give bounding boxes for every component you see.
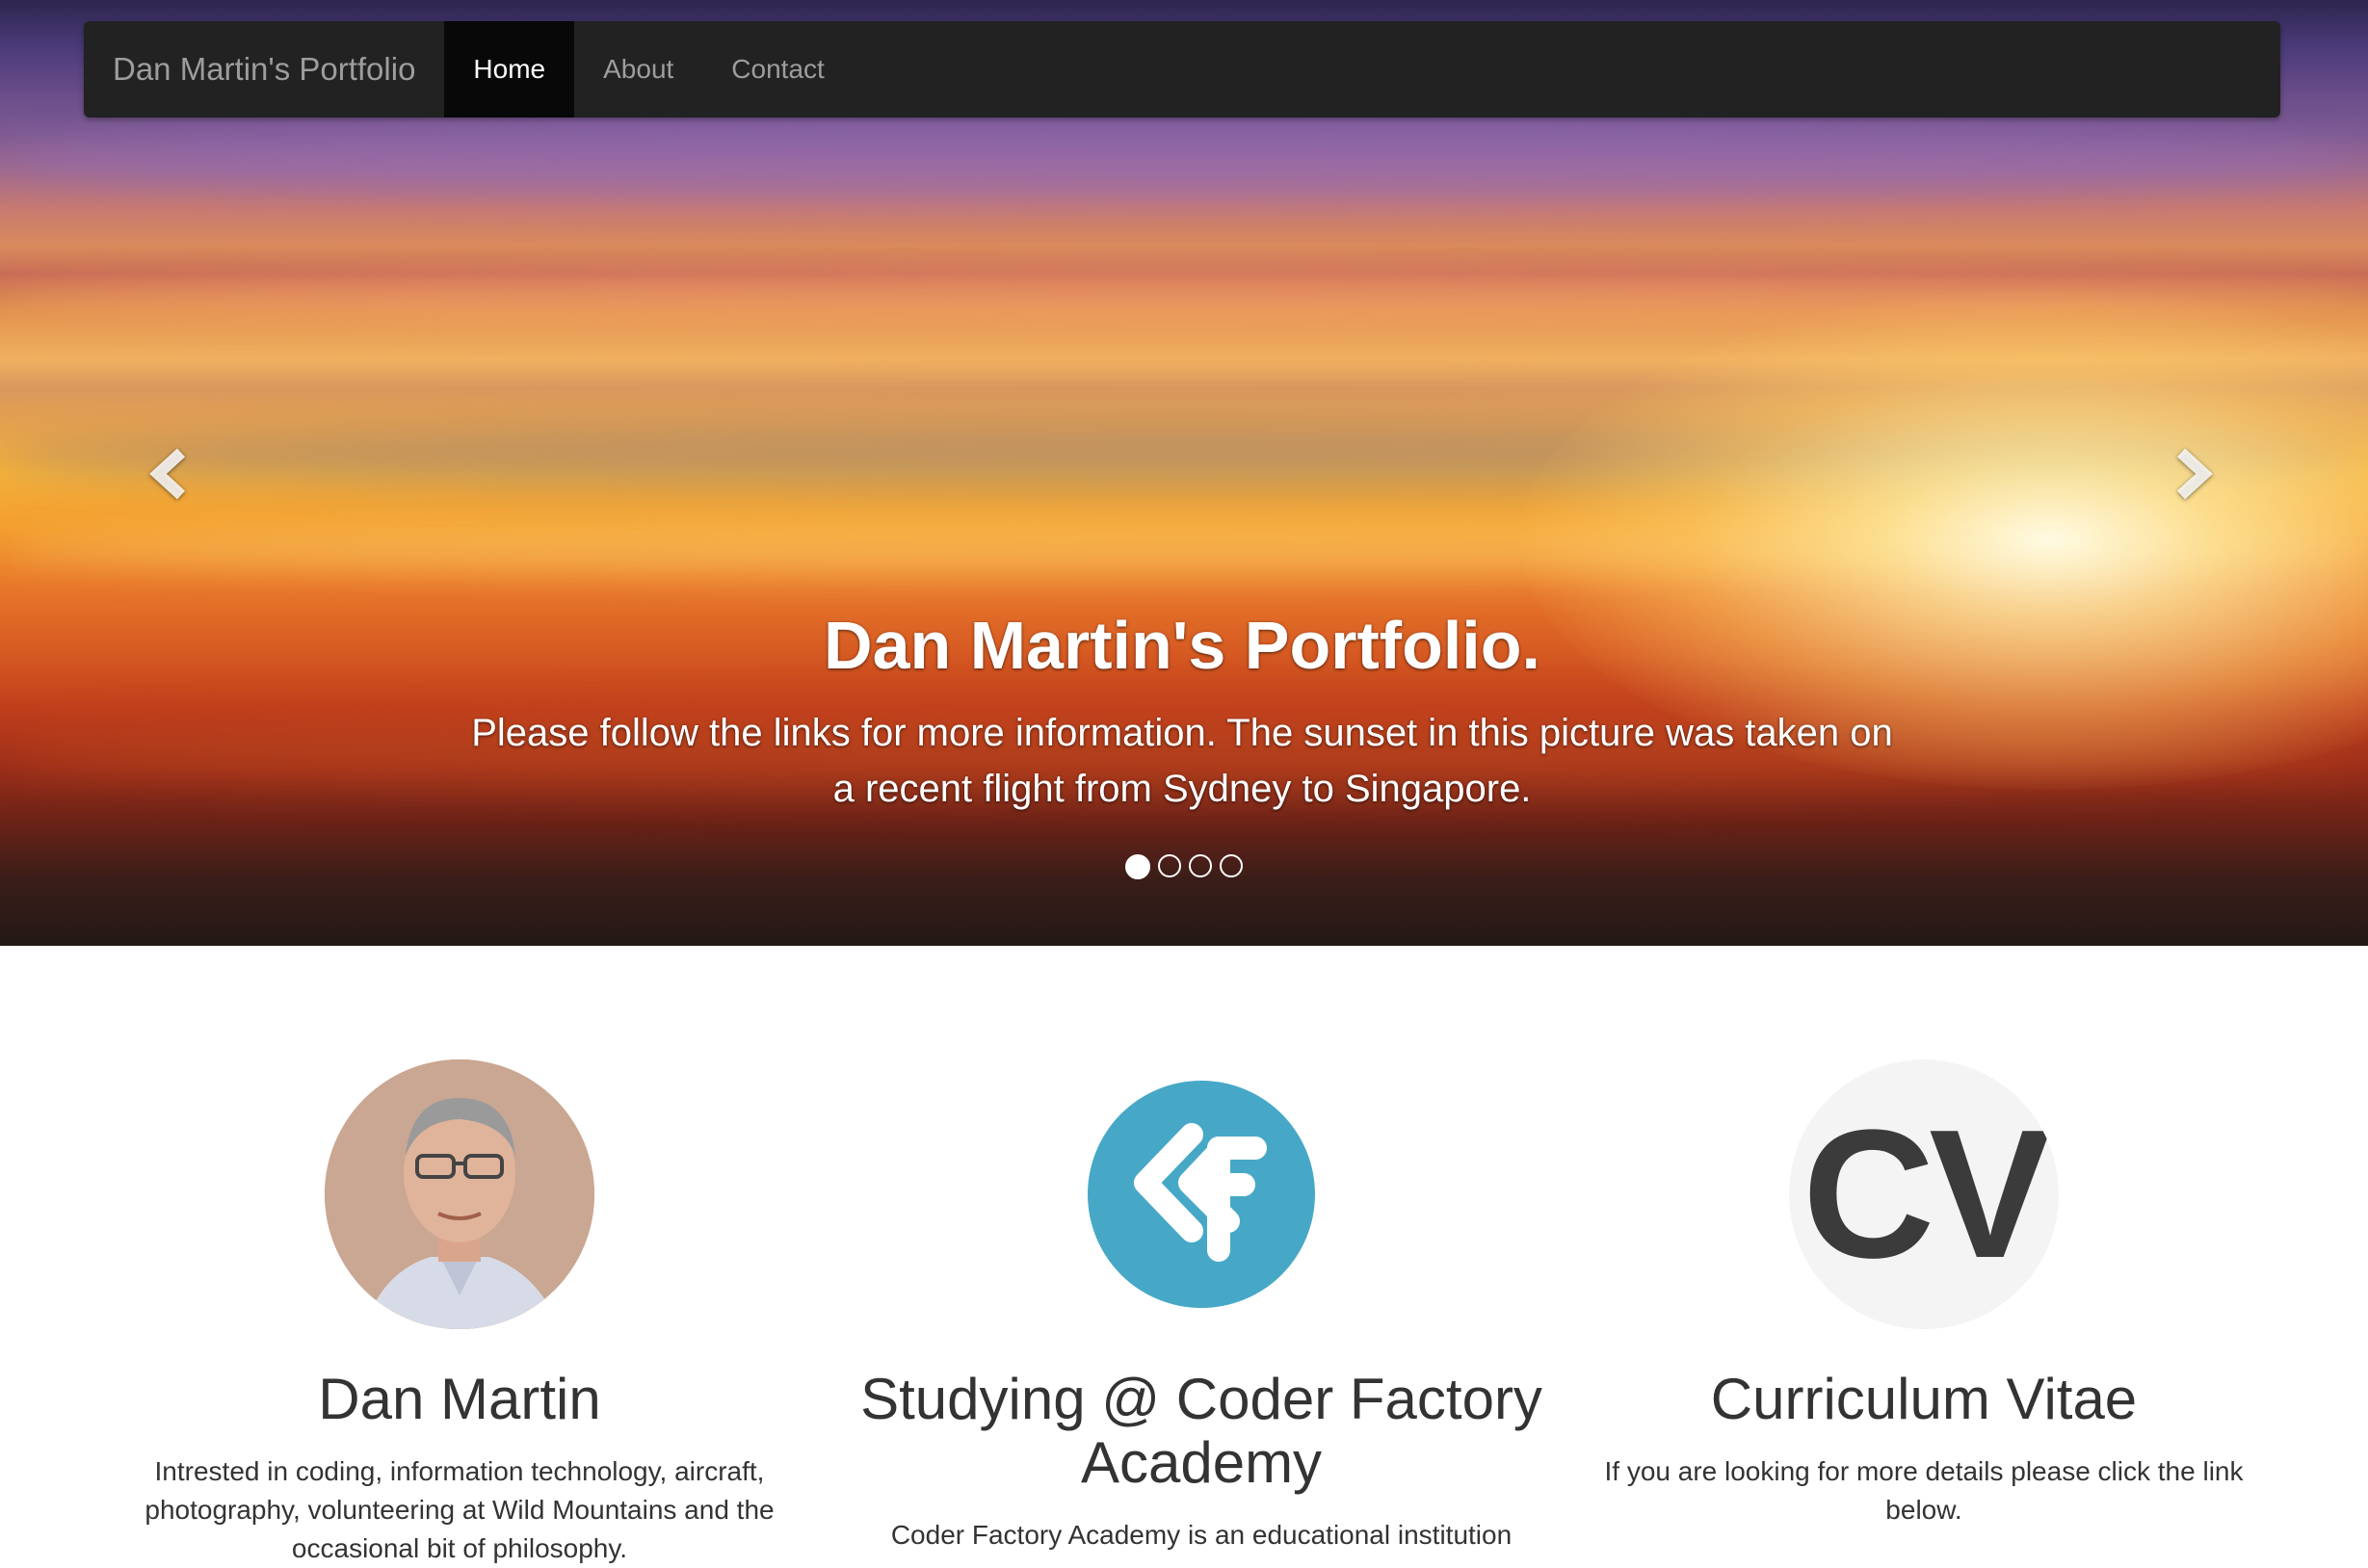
carousel-indicator-3[interactable] (1189, 854, 1212, 877)
hero-carousel: Dan Martin's Portfolio Home About Contac… (0, 0, 2368, 946)
nav-item-contact[interactable]: Contact (702, 21, 854, 118)
carousel-next-button[interactable] (2162, 445, 2220, 503)
chevron-left-icon (149, 448, 186, 500)
profile-heading: Dan Martin (318, 1367, 601, 1431)
nav-item-home[interactable]: Home (444, 21, 575, 118)
cv-heading: Curriculum Vitae (1710, 1367, 2138, 1431)
carousel-indicator-4[interactable] (1220, 854, 1243, 877)
column-profile: Dan Martin Intrested in coding, informat… (84, 1059, 835, 1568)
coder-factory-description: Coder Factory Academy is an educational … (890, 1520, 1513, 1550)
column-coder-factory: Studying @ Coder Factory Academy Coder F… (835, 1059, 1567, 1568)
marketing-columns: Dan Martin Intrested in coding, informat… (84, 1059, 2280, 1568)
navbar-brand[interactable]: Dan Martin's Portfolio (84, 21, 444, 118)
carousel-prev-button[interactable] (143, 445, 200, 503)
carousel-indicators (0, 854, 2368, 879)
column-cv: CV Curriculum Vitae If you are looking f… (1567, 1059, 2280, 1568)
carousel-indicator-1[interactable] (1125, 854, 1150, 879)
carousel-heading: Dan Martin's Portfolio. (824, 608, 1540, 683)
navbar: Dan Martin's Portfolio Home About Contac… (84, 21, 2280, 118)
coder-factory-logo (1066, 1059, 1336, 1329)
cv-logo-text: CV (1802, 1092, 2051, 1296)
cv-description: If you are looking for more details plea… (1604, 1456, 2244, 1525)
nav-item-about[interactable]: About (574, 21, 702, 118)
carousel-caption: Dan Martin's Portfolio. Please follow th… (462, 597, 1902, 817)
person-icon (325, 1059, 594, 1329)
coder-factory-icon (1088, 1081, 1315, 1308)
cv-logo: CV (1789, 1059, 2059, 1329)
profile-description: Intrested in coding, information technol… (145, 1456, 775, 1563)
carousel-text: Please follow the links for more informa… (471, 712, 1893, 810)
carousel-indicator-2[interactable] (1158, 854, 1181, 877)
coder-factory-heading: Studying @ Coder Factory Academy (860, 1367, 1542, 1495)
chevron-right-icon (2176, 448, 2213, 500)
sky-streak (0, 116, 2368, 202)
profile-photo (325, 1059, 594, 1329)
